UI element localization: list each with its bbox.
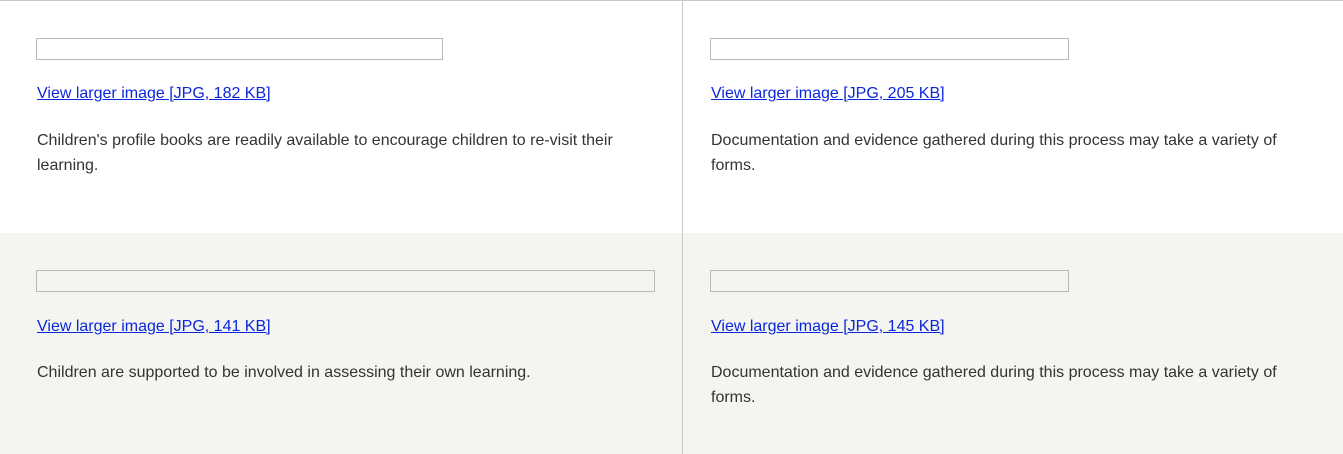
gallery-image[interactable] <box>36 38 443 60</box>
column-divider <box>682 1 683 454</box>
gallery-row: View larger image [JPG, 182 KB] Children… <box>0 1 1343 233</box>
gallery-item: View larger image [JPG, 182 KB] Children… <box>36 1 666 233</box>
view-larger-image-link[interactable]: View larger image [JPG, 145 KB] <box>711 317 945 337</box>
gallery-image[interactable] <box>36 270 655 292</box>
image-caption: Children's profile books are readily ava… <box>37 132 613 174</box>
image-caption: Documentation and evidence gathered duri… <box>711 364 1277 406</box>
view-larger-image-link[interactable]: View larger image [JPG, 205 KB] <box>711 84 945 104</box>
view-larger-image-link[interactable]: View larger image [JPG, 141 KB] <box>37 317 271 337</box>
gallery-item: View larger image [JPG, 145 KB] Document… <box>710 233 1310 454</box>
gallery-image[interactable] <box>710 270 1069 292</box>
image-gallery: View larger image [JPG, 182 KB] Children… <box>0 0 1343 454</box>
gallery-image[interactable] <box>710 38 1069 60</box>
image-caption: Documentation and evidence gathered duri… <box>711 132 1277 174</box>
view-larger-image-link[interactable]: View larger image [JPG, 182 KB] <box>37 84 271 104</box>
gallery-row: View larger image [JPG, 141 KB] Children… <box>0 233 1343 454</box>
image-caption: Children are supported to be involved in… <box>37 364 531 381</box>
gallery-item: View larger image [JPG, 141 KB] Children… <box>36 233 666 454</box>
gallery-item: View larger image [JPG, 205 KB] Document… <box>710 1 1310 233</box>
